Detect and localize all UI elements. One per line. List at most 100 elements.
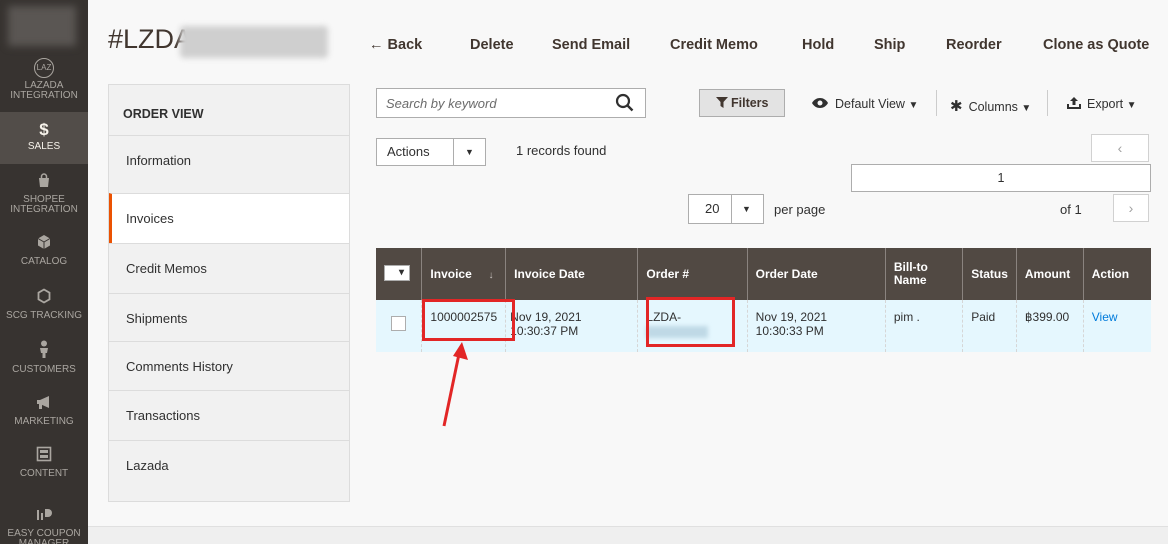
chevron-down-icon: ▼ (1021, 103, 1032, 114)
cell-status: Paid (962, 300, 1017, 352)
coupon-icon (0, 508, 88, 526)
previous-page-button[interactable]: ‹ (1091, 134, 1149, 162)
page-number-input[interactable]: 1 (851, 164, 1151, 192)
nav-item-customers[interactable]: CUSTOMERS (0, 340, 88, 380)
column-header-invoice[interactable]: Invoice ↓ (421, 248, 506, 300)
send-email-button[interactable]: Send Email (552, 37, 630, 53)
chevron-down-icon: ▼ (465, 147, 474, 157)
lazada-icon: LAZ (34, 58, 54, 78)
chevron-down-icon: ▼ (908, 100, 919, 111)
mass-actions-select[interactable]: Actions ▼ (376, 138, 486, 166)
cell-bill-to-name: pim . (884, 300, 963, 352)
view-dropdown[interactable]: Default View ▼ (811, 97, 918, 111)
column-header-order-date[interactable]: Order Date (746, 248, 886, 300)
column-header-invoice-date[interactable]: Invoice Date (505, 248, 638, 300)
row-checkbox-cell (376, 300, 422, 352)
search-input[interactable]: Search by keyword (376, 88, 646, 118)
columns-label: Columns (968, 100, 1018, 114)
nav-item-shopee-integration[interactable]: SHOPEE INTEGRATION (0, 172, 88, 220)
cube-icon (0, 234, 88, 254)
nav-item-marketing[interactable]: MARKETING (0, 394, 88, 434)
reorder-button[interactable]: Reorder (946, 37, 1002, 53)
column-header-order-number[interactable]: Order # (637, 248, 748, 300)
tab-information[interactable]: Information (109, 135, 349, 185)
tab-transactions[interactable]: Transactions (109, 390, 349, 440)
nav-item-catalog[interactable]: CATALOG (0, 234, 88, 274)
actions-label: Actions (387, 144, 430, 159)
order-view-tabs: ORDER VIEW Information Invoices Credit M… (108, 84, 350, 502)
per-page-label: per page (774, 202, 826, 217)
tab-comments-history[interactable]: Comments History (109, 341, 349, 391)
mass-select-header[interactable] (376, 248, 422, 300)
chevron-down-icon: ▼ (1126, 100, 1137, 111)
credit-memo-button[interactable]: Credit Memo (670, 37, 758, 53)
logo[interactable] (0, 0, 88, 50)
column-header-bill-to-name[interactable]: Bill-to Name (884, 248, 963, 300)
nav-item-label: CUSTOMERS (12, 364, 76, 375)
back-button[interactable]: ← Back (369, 37, 422, 53)
view-label: Default View (835, 97, 905, 111)
layout-icon (0, 446, 88, 466)
nav-item-label: SHOPEE INTEGRATION (10, 194, 78, 215)
column-header-status[interactable]: Status (962, 248, 1017, 300)
records-found: 1 records found (516, 143, 607, 158)
column-header-action: Action (1082, 248, 1151, 300)
admin-nav: LAZ LAZADA INTEGRATION $ SALES SHOPEE IN… (0, 0, 88, 544)
nav-item-label: CATALOG (20, 256, 68, 267)
annotation-box-order (646, 297, 735, 347)
annotation-arrow-icon (442, 342, 468, 427)
nav-item-sales[interactable]: $ SALES (0, 112, 88, 164)
tab-shipments[interactable]: Shipments (109, 293, 349, 343)
nav-item-label: SALES (27, 141, 61, 152)
nav-item-label: CONTENT (19, 468, 69, 479)
chevron-down-icon: ▼ (742, 204, 751, 214)
person-icon (0, 340, 88, 362)
search-placeholder: Search by keyword (386, 96, 497, 111)
total-pages: of 1 (1060, 202, 1082, 217)
tab-credit-memos[interactable]: Credit Memos (109, 243, 349, 293)
nav-item-easy-coupon-manager[interactable]: EASY COUPON MANAGER (0, 508, 88, 544)
order-view-title: ORDER VIEW (123, 107, 204, 121)
row-checkbox[interactable] (391, 316, 407, 331)
nav-item-label: SCG TRACKING (6, 310, 82, 321)
nav-item-label: MARKETING (14, 416, 74, 427)
column-label: Invoice (430, 267, 472, 281)
export-label: Export (1087, 97, 1124, 111)
view-link[interactable]: View (1092, 310, 1118, 324)
next-page-button[interactable]: › (1113, 194, 1149, 222)
mass-select-dropdown[interactable] (384, 264, 410, 281)
nav-item-content[interactable]: CONTENT (0, 446, 88, 486)
grid-header-row: Invoice ↓ Invoice Date Order # Order Dat… (376, 248, 1151, 300)
gear-icon: ✱ (950, 98, 963, 115)
annotation-box-invoice (422, 299, 515, 341)
search-icon[interactable] (615, 92, 635, 119)
shopping-bag-icon (0, 172, 88, 192)
megaphone-icon (0, 394, 88, 414)
per-page-select[interactable]: 20 ▼ (688, 194, 764, 224)
hexagon-icon (0, 288, 88, 308)
ship-button[interactable]: Ship (874, 37, 905, 53)
funnel-icon (715, 97, 728, 108)
divider (1047, 90, 1048, 116)
export-dropdown[interactable]: Export ▼ (1067, 97, 1137, 111)
nav-item-label: EASY COUPON MANAGER (7, 528, 81, 544)
tab-lazada[interactable]: Lazada (109, 440, 349, 490)
cell-invoice-date: Nov 19, 2021 10:30:37 PM (505, 300, 638, 352)
column-header-amount[interactable]: Amount (1015, 248, 1084, 300)
tab-invoices[interactable]: Invoices (109, 193, 349, 243)
nav-item-scg-tracking[interactable]: SCG TRACKING (0, 288, 88, 328)
filters-label: Filters (730, 96, 769, 110)
dollar-icon: $ (39, 120, 49, 139)
filters-button[interactable]: Filters (699, 89, 785, 117)
export-icon (1067, 97, 1081, 109)
hold-button[interactable]: Hold (802, 37, 834, 53)
sort-arrow-icon: ↓ (488, 270, 494, 281)
clone-as-quote-button[interactable]: Clone as Quote (1043, 37, 1149, 53)
columns-dropdown[interactable]: ✱ Columns ▼ (950, 97, 1031, 115)
footer-bar (88, 526, 1168, 544)
cell-action: View (1082, 300, 1151, 352)
per-page-value: 20 (705, 201, 720, 216)
delete-button[interactable]: Delete (470, 37, 514, 53)
cell-order-date: Nov 19, 2021 10:30:33 PM (746, 300, 886, 352)
nav-item-lazada-integration[interactable]: LAZ LAZADA INTEGRATION (0, 58, 88, 106)
